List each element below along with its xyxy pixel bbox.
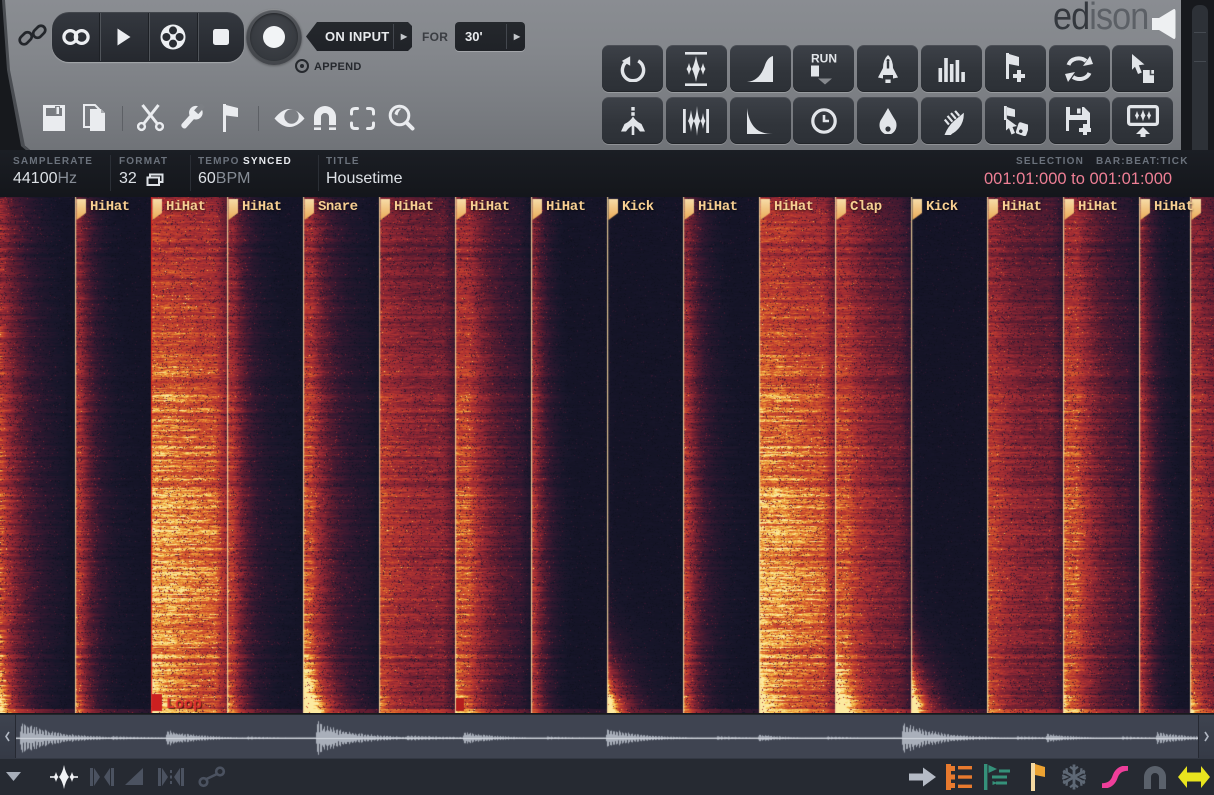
svg-text:RUN: RUN bbox=[811, 52, 837, 65]
